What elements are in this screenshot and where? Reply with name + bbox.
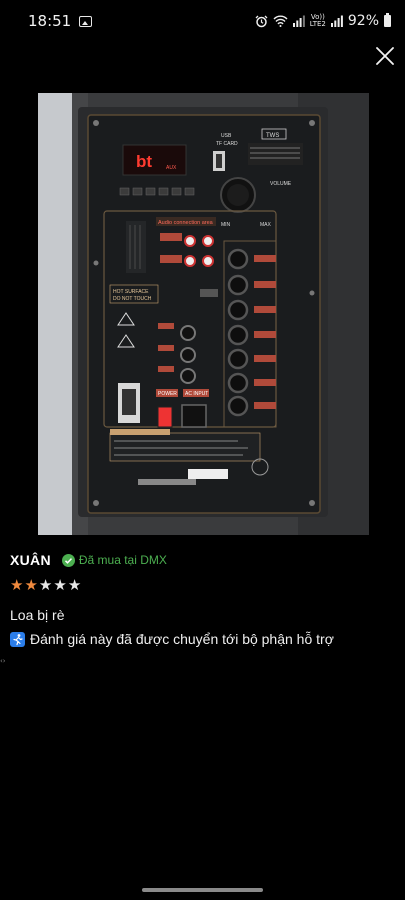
hot-surface-line1: HOT SURFACE (113, 289, 149, 295)
home-indicator[interactable] (142, 888, 263, 892)
gallery-icon (79, 15, 93, 27)
reviewer-name: XUÂN (10, 552, 51, 568)
panel-display: bt (136, 152, 152, 171)
reviewer-row: XUÂN Đã mua tại DMX (10, 550, 400, 570)
star-icon: ★ (67, 576, 82, 594)
side-arrows[interactable]: ‹› (0, 657, 6, 665)
max-label: MAX (260, 222, 272, 228)
tws-label: TWS (266, 133, 279, 139)
status-time: 18:51 (28, 12, 72, 30)
speaker-panel-image: bt AUX USB TF CARD TWS VOLUME MIN MAX Au… (38, 93, 369, 535)
review-item: XUÂN Đã mua tại DMX ★ ★ ★ ★ ★ Loa bị rè … (10, 550, 400, 647)
status-right-icons: Vo)) LTE2 92% (255, 13, 391, 29)
star-icon: ★ (10, 576, 24, 594)
volume-label: VOLUME (270, 181, 292, 187)
network-type: Vo)) LTE2 (310, 14, 326, 28)
person-running-icon (10, 631, 25, 647)
verified-purchase-label: Đã mua tại DMX (78, 553, 167, 567)
review-text: Loa bị rè (10, 607, 65, 623)
hot-surface-line2: DO NOT TOUCH (113, 296, 152, 302)
ac-label: AC INPUT (185, 391, 208, 397)
rating-stars: ★ ★ ★ ★ ★ (10, 576, 400, 594)
alarm-icon (255, 15, 268, 27)
star-icon: ★ (24, 576, 38, 594)
usb-label: USB (221, 133, 232, 139)
battery-percent: 92% (347, 13, 379, 29)
support-note: Đánh giá này đã được chuyển tới bộ phận … (10, 631, 400, 647)
audio-area-label: Audio connection area (158, 220, 214, 226)
tf-card-label: TF CARD (216, 141, 238, 147)
network-bottom: LTE2 (309, 20, 326, 28)
status-bar: 18:51 Vo)) LTE2 92% (0, 0, 405, 42)
panel-display-small: AUX (166, 165, 177, 171)
star-icon: ★ (53, 576, 67, 594)
signal-icon (292, 15, 305, 27)
wifi-icon (273, 15, 288, 27)
support-note-text: Đánh giá này đã được chuyển tới bộ phận … (30, 631, 334, 647)
star-icon: ★ (38, 576, 53, 594)
signal-icon-2 (330, 15, 343, 27)
close-icon (376, 47, 394, 65)
battery-icon (384, 13, 391, 27)
min-label: MIN (221, 222, 231, 228)
power-label: POWER (158, 391, 177, 397)
close-button[interactable] (373, 44, 397, 68)
check-circle-icon (61, 553, 75, 567)
review-photo[interactable]: bt AUX USB TF CARD TWS VOLUME MIN MAX Au… (38, 93, 369, 535)
